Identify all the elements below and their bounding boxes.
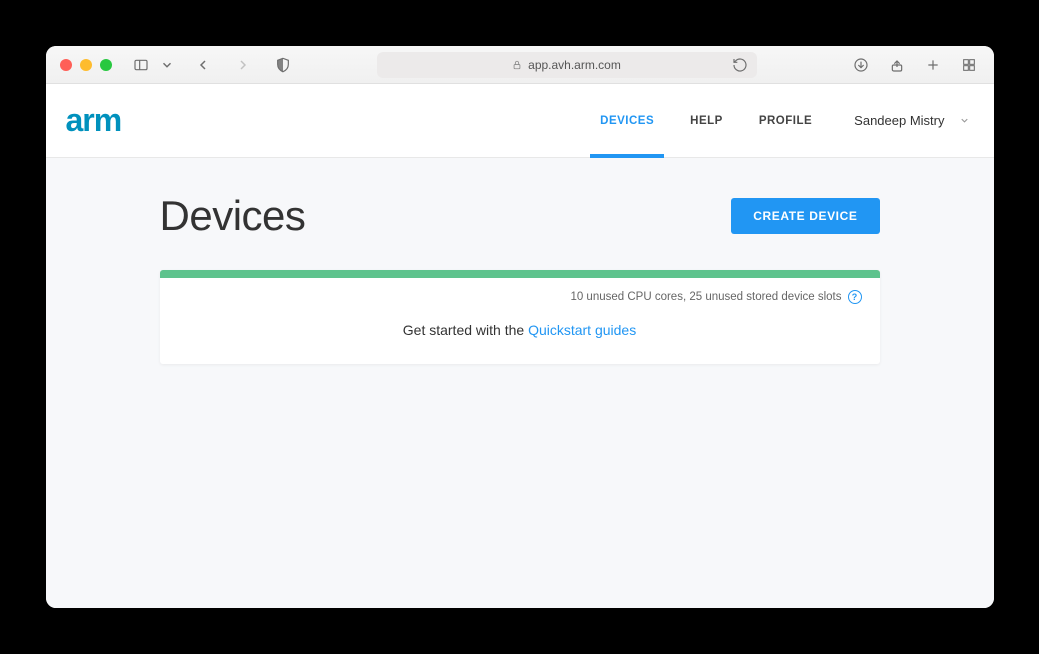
address-bar[interactable]: app.avh.arm.com [377,52,757,78]
webpage-content: arm DEVICES HELP PROFILE Sandeep Mistry … [46,84,994,608]
sidebar-toggle-icon[interactable] [130,54,152,76]
address-bar-container: app.avh.arm.com [302,52,832,78]
shield-icon[interactable] [272,54,294,76]
tabs-overview-icon[interactable] [958,54,980,76]
url-text: app.avh.arm.com [528,58,621,72]
nav-help[interactable]: HELP [672,84,741,157]
card-body: 10 unused CPU cores, 25 unused stored de… [160,278,880,364]
maximize-window-button[interactable] [100,59,112,71]
nav-devices[interactable]: DEVICES [582,84,672,157]
getstarted-prefix: Get started with the [403,322,528,338]
traffic-lights [60,59,112,71]
user-menu[interactable]: Sandeep Mistry [854,113,969,128]
lock-icon [512,60,522,70]
brand-logo[interactable]: arm [66,102,122,139]
chevron-down-icon[interactable] [160,54,174,76]
user-name: Sandeep Mistry [854,113,944,128]
getting-started: Get started with the Quickstart guides [178,322,862,338]
reload-button[interactable] [729,54,751,76]
page-header: Devices CREATE DEVICE [160,192,880,240]
help-icon[interactable]: ? [848,290,862,304]
resource-status: 10 unused CPU cores, 25 unused stored de… [178,290,862,304]
app-header: arm DEVICES HELP PROFILE Sandeep Mistry [46,84,994,158]
downloads-icon[interactable] [850,54,872,76]
browser-titlebar: app.avh.arm.com [46,46,994,84]
share-icon[interactable] [886,54,908,76]
nav-profile[interactable]: PROFILE [741,84,830,157]
create-device-button[interactable]: CREATE DEVICE [731,198,879,234]
browser-window: app.avh.arm.com arm DEVI [46,46,994,608]
main-nav: DEVICES HELP PROFILE [582,84,830,157]
status-text: 10 unused CPU cores, 25 unused stored de… [570,291,841,303]
main-content: Devices CREATE DEVICE 10 unused CPU core… [46,158,994,608]
back-button[interactable] [192,54,214,76]
forward-button[interactable] [232,54,254,76]
page-title: Devices [160,192,306,240]
close-window-button[interactable] [60,59,72,71]
card-accent-bar [160,270,880,278]
quickstart-link[interactable]: Quickstart guides [528,322,636,338]
chevron-down-icon [959,115,970,126]
toolbar-right [850,54,980,76]
minimize-window-button[interactable] [80,59,92,71]
devices-card: 10 unused CPU cores, 25 unused stored de… [160,270,880,364]
new-tab-icon[interactable] [922,54,944,76]
